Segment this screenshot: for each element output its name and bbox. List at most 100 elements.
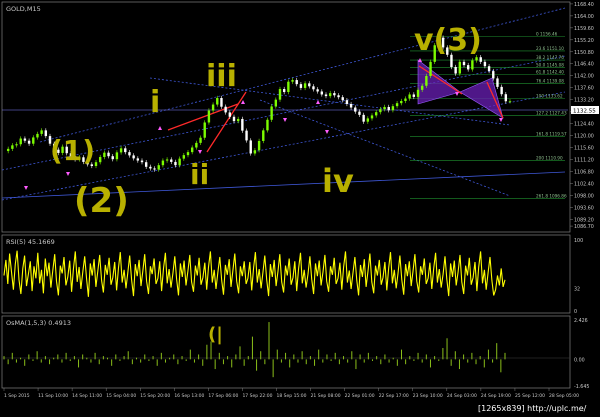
- current-price-label: 1132.55: [573, 109, 596, 115]
- fib-label: 100 1133.62: [536, 93, 563, 98]
- candle-body: [27, 140, 31, 144]
- time-tick-label: 24 Sep 19:00: [481, 393, 511, 399]
- wave-label-2: (2): [74, 181, 129, 221]
- candle-body: [270, 106, 273, 120]
- candle-body: [299, 84, 303, 88]
- candle-body: [412, 94, 416, 97]
- time-tick-label: 21 Sep 08:00: [311, 393, 341, 399]
- candle-body: [144, 162, 148, 167]
- price-tick-label: 1133.20: [574, 98, 594, 104]
- wave-label-ii: ii: [190, 158, 209, 191]
- rsi-tick-label: 100: [574, 238, 583, 244]
- time-tick-label: 28 Sep 05:00: [549, 393, 579, 399]
- candle-body: [224, 106, 227, 113]
- candle-body: [36, 133, 39, 138]
- price-tick-label: 1102.40: [574, 181, 594, 187]
- converging-line-1: [149, 77, 511, 126]
- candle-body: [420, 85, 424, 90]
- candle-body: [312, 86, 315, 90]
- candle-body: [136, 158, 140, 161]
- candle-body: [186, 152, 190, 156]
- arrow-marker: [283, 118, 287, 122]
- candle-body: [257, 140, 261, 151]
- macd-tick-label: -1.645: [574, 384, 589, 390]
- candle-body: [161, 160, 165, 166]
- macd-tick-label: 0.00: [574, 357, 585, 363]
- fib-label: 0 1156.46: [536, 31, 558, 36]
- fib-label: 161.8 1119.57: [536, 132, 567, 137]
- price-tick-label: 1137.60: [574, 86, 594, 92]
- candle-body: [232, 116, 236, 122]
- candle-body: [6, 148, 10, 152]
- candle-body: [341, 97, 344, 101]
- trading-chart[interactable]: GOLD,M15 RSI(5) 45.1669 OsMA(1,5,3) 0.49…: [0, 0, 600, 417]
- watermark-text: [1265x839] http://uplc.me/: [478, 404, 587, 413]
- price-tick-label: 1098.00: [574, 193, 594, 199]
- candle-body: [44, 130, 48, 137]
- arrow-marker: [455, 92, 459, 96]
- candle-body: [245, 130, 248, 141]
- time-tick-label: 15 Sep 20:00: [140, 393, 170, 399]
- candle-body: [149, 166, 152, 169]
- candle-body: [203, 122, 206, 138]
- candle-body: [408, 94, 411, 99]
- candle-body: [182, 155, 186, 159]
- arrow-marker: [316, 100, 320, 104]
- candle-body: [199, 137, 202, 143]
- price-tick-label: 1146.40: [574, 62, 594, 68]
- candle-body: [496, 78, 499, 87]
- candle-body: [165, 159, 169, 161]
- candle-body: [320, 91, 324, 95]
- price-tick-label: 1150.80: [574, 50, 594, 56]
- candle-body: [379, 109, 382, 113]
- candle-body: [291, 80, 294, 82]
- macd-panel-frame: [1, 315, 571, 389]
- harmonic-triangle-left: [417, 59, 461, 105]
- candle-body: [391, 106, 395, 111]
- wave-annotations: (1) (2) i iii ii iv v(3) (|: [50, 23, 482, 345]
- candle-body: [416, 89, 420, 97]
- candle-body: [483, 61, 487, 67]
- candle-body: [178, 158, 181, 166]
- candle-body: [174, 161, 177, 166]
- time-axis: 1 Sep 2015 11 Sep 10:00 14 Sep 11:00 15 Sep…: [3, 388, 579, 399]
- time-tick-label: 22 Sep 17:00: [379, 393, 409, 399]
- candle-body: [241, 118, 244, 131]
- candle-body: [207, 110, 211, 123]
- price-tick-label: 1111.20: [574, 157, 594, 163]
- time-tick-label: 1 Sep 2015: [4, 393, 30, 399]
- macd-axis: 2.426 0.00 -1.645: [574, 318, 589, 390]
- time-tick-label: 25 Sep 12:00: [515, 393, 545, 399]
- candle-body: [111, 156, 114, 160]
- macd-tick-label: 2.426: [574, 318, 588, 324]
- time-tick-label: 17 Sep 06:00: [208, 393, 238, 399]
- candle-body: [374, 112, 378, 116]
- rsi-series: [3, 250, 506, 297]
- candle-body: [454, 67, 457, 74]
- candle-body: [40, 130, 43, 134]
- candle-body: [387, 106, 390, 111]
- candle-body: [400, 100, 403, 104]
- arrow-marker: [325, 130, 329, 134]
- arrow-marker: [198, 150, 202, 154]
- candle-body: [220, 98, 223, 107]
- candle-body: [328, 93, 332, 97]
- arrow-marker: [66, 172, 70, 176]
- arrow-marker: [158, 126, 162, 130]
- candle-body: [504, 94, 508, 102]
- time-tick-label: 22 Sep 01:00: [345, 393, 375, 399]
- arrow-marker: [499, 118, 503, 122]
- candle-body: [349, 103, 353, 108]
- candle-body: [404, 98, 407, 101]
- candle-body: [140, 160, 144, 163]
- candle-body: [115, 152, 119, 160]
- candle-body: [128, 152, 131, 156]
- price-tick-label: 1164.00: [574, 14, 594, 20]
- price-tick-label: 1089.20: [574, 217, 594, 223]
- price-tick-label: 1124.40: [574, 122, 594, 128]
- candle-body: [395, 103, 399, 107]
- channel-line-upper: [39, 7, 566, 143]
- rsi-tick-label: 32: [574, 286, 580, 292]
- macd-annotation: (|: [208, 324, 223, 345]
- converging-line-2: [259, 99, 511, 197]
